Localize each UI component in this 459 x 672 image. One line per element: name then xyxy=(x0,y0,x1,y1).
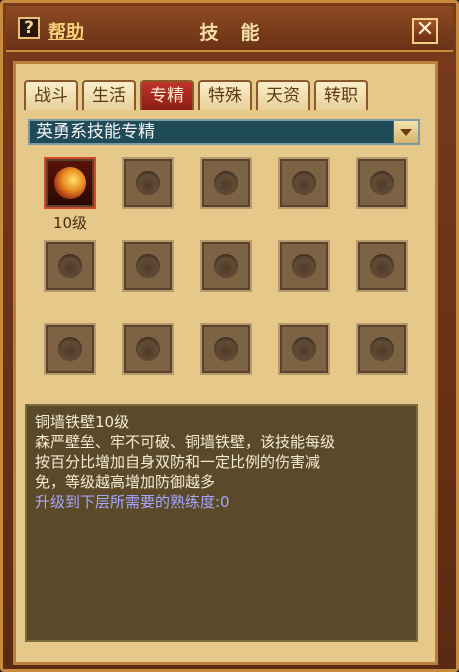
skill-slot-7[interactable] xyxy=(122,240,174,292)
skill-slot-13[interactable] xyxy=(200,323,252,375)
skill-slot-4[interactable] xyxy=(278,157,330,209)
skill-description: 铜墙铁壁10级 森严壁垒、牢不可破、铜墙铁壁，该技能每级 按百分比增加自身双防和… xyxy=(25,404,418,642)
skill-slot-8[interactable] xyxy=(200,240,252,292)
skill-slot-12[interactable] xyxy=(122,323,174,375)
tab-specialization[interactable]: 专精 xyxy=(140,80,194,110)
skill-slot-15[interactable] xyxy=(356,323,408,375)
skill-slot-14[interactable] xyxy=(278,323,330,375)
tab-life[interactable]: 生活 xyxy=(82,80,136,110)
skill-slot-10[interactable] xyxy=(356,240,408,292)
chevron-down-icon[interactable] xyxy=(393,121,418,143)
skill-slot-6[interactable] xyxy=(44,240,96,292)
category-select-value: 英勇系技能专精 xyxy=(36,122,155,142)
tab-special[interactable]: 特殊 xyxy=(198,80,252,110)
skill-slot-1-level: 10级 xyxy=(52,214,88,232)
window-title: 技能 xyxy=(199,22,282,44)
skill-name-level: 铜墙铁壁10级 xyxy=(35,413,130,431)
skill-description-line-3: 免，等级越高增加防御越多 xyxy=(35,473,216,491)
title-bar[interactable]: ? 帮助 技能 ✕ xyxy=(6,6,453,52)
tab-combat[interactable]: 战斗 xyxy=(24,80,78,110)
skill-window: ? 帮助 技能 ✕ 战斗 生活 专精 特殊 天资 转职 英勇系技能专精 10级 xyxy=(0,0,459,672)
skill-slot-2[interactable] xyxy=(122,157,174,209)
tab-job-change[interactable]: 转职 xyxy=(314,80,368,110)
skill-description-line-2: 按百分比增加自身双防和一定比例的伤害减 xyxy=(35,453,321,471)
close-icon[interactable]: ✕ xyxy=(412,18,438,44)
skill-slot-11[interactable] xyxy=(44,323,96,375)
tab-talent[interactable]: 天资 xyxy=(256,80,310,110)
skill-slot-3[interactable] xyxy=(200,157,252,209)
skill-slot-5[interactable] xyxy=(356,157,408,209)
skill-slot-9[interactable] xyxy=(278,240,330,292)
skill-grid: 10级 xyxy=(41,154,411,399)
proficiency-requirement: 升级到下层所需要的熟练度:0 xyxy=(35,493,230,511)
category-select[interactable]: 英勇系技能专精 xyxy=(28,119,420,145)
skill-panel: 战斗 生活 专精 特殊 天资 转职 英勇系技能专精 10级 铜墙铁壁10级 森严… xyxy=(13,61,438,665)
skill-description-line-1: 森严壁垒、牢不可破、铜墙铁壁，该技能每级 xyxy=(35,433,336,451)
skill-slot-1[interactable] xyxy=(44,157,96,209)
